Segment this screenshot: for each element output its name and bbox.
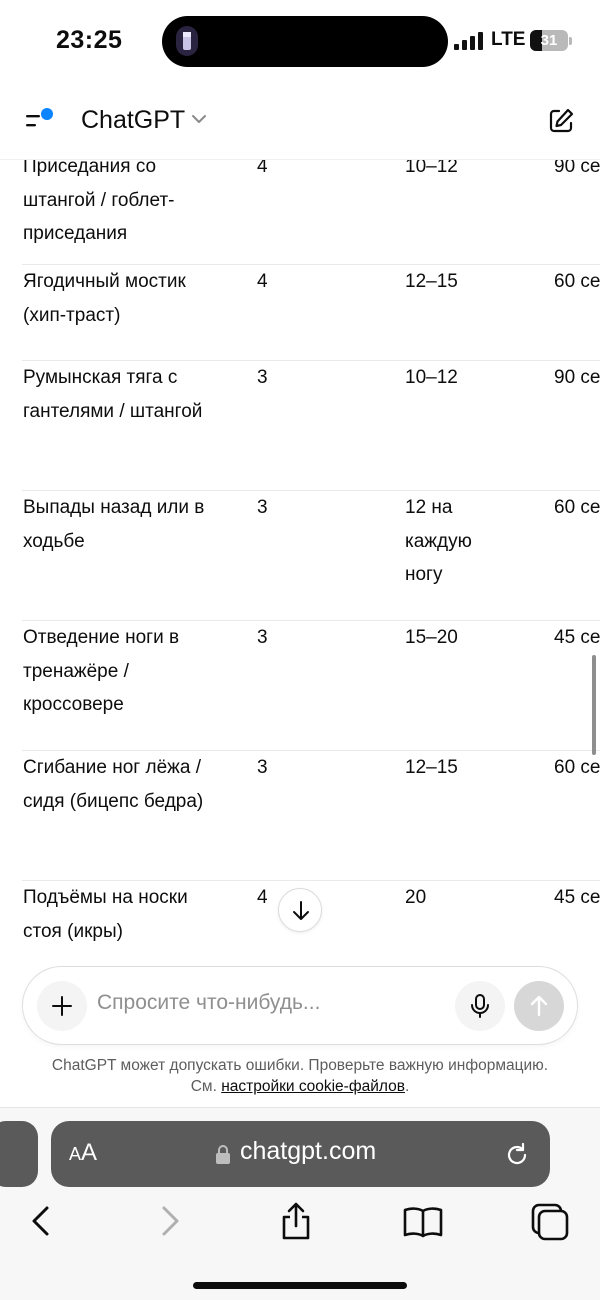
rest-value: 90 се bbox=[554, 367, 600, 388]
rest-value: 90 се bbox=[554, 160, 600, 177]
disclaimer-end: . bbox=[404, 1078, 410, 1095]
signal-icon bbox=[454, 32, 483, 50]
exercise-name: Румынская тяга с гантелями / штангой bbox=[23, 367, 203, 422]
sets-value: 3 bbox=[257, 367, 268, 388]
plus-icon bbox=[52, 996, 72, 1016]
menu-icon[interactable] bbox=[22, 106, 58, 136]
message-input[interactable] bbox=[97, 991, 447, 1015]
scroll-to-bottom-button[interactable] bbox=[278, 888, 322, 932]
model-selector-title[interactable]: ChatGPT bbox=[81, 106, 185, 135]
reps-value: 10–12 bbox=[405, 160, 458, 177]
add-attachment-button[interactable] bbox=[37, 981, 87, 1031]
exercise-name: Выпады назад или в ходьбе bbox=[23, 497, 205, 552]
text-size-large: A bbox=[81, 1139, 98, 1166]
network-label: LTE bbox=[491, 29, 526, 50]
dynamic-island bbox=[162, 16, 448, 67]
text-size-button[interactable]: AA bbox=[69, 1139, 97, 1167]
reps-value: 20 bbox=[405, 887, 427, 908]
reps-value: 10–12 bbox=[405, 367, 458, 388]
sets-value: 3 bbox=[257, 497, 268, 518]
disclaimer-see: См. bbox=[190, 1078, 217, 1095]
chevron-left-icon[interactable] bbox=[22, 1200, 66, 1244]
reps-value: 12–15 bbox=[405, 271, 458, 292]
sets-value: 4 bbox=[257, 271, 268, 292]
table-row: Приседания со штангой / гоблет-приседани… bbox=[22, 160, 600, 265]
table-row: Выпады назад или в ходьбе 3 12 на каждую… bbox=[22, 491, 600, 621]
exercise-name: Ягодичный мостик (хип-траст) bbox=[23, 271, 186, 326]
exercise-name: Подъёмы на носки стоя (икры) bbox=[23, 887, 188, 942]
notification-dot bbox=[41, 108, 53, 120]
new-chat-icon[interactable] bbox=[546, 106, 576, 136]
sets-value: 4 bbox=[257, 160, 268, 177]
send-button[interactable] bbox=[514, 981, 564, 1031]
previous-tab-preview[interactable] bbox=[0, 1121, 38, 1187]
reps-value: 15–20 bbox=[405, 627, 458, 648]
address-bar[interactable]: AA chatgpt.com bbox=[51, 1121, 550, 1187]
disclaimer: ChatGPT может допускать ошибки. Проверьт… bbox=[0, 1055, 600, 1097]
sets-value: 4 bbox=[257, 887, 268, 908]
voice-input-button[interactable] bbox=[455, 981, 505, 1031]
rest-value: 60 се bbox=[554, 497, 600, 518]
reload-icon[interactable] bbox=[503, 1141, 531, 1169]
tabs-icon[interactable] bbox=[527, 1200, 571, 1244]
exercise-name: Сгибание ног лёжа / сидя (бицепс бедра) bbox=[23, 757, 204, 812]
sets-value: 3 bbox=[257, 627, 268, 648]
lock-icon bbox=[216, 1145, 230, 1164]
browser-toolbar bbox=[0, 1200, 600, 1250]
table-row: Ягодичный мостик (хип-траст) 4 12–15 60 … bbox=[22, 265, 600, 361]
battery-icon: 31 bbox=[530, 30, 568, 51]
home-indicator bbox=[193, 1282, 407, 1289]
status-bar: 23:25 LTE 31 bbox=[0, 0, 600, 84]
battery-percent: 31 bbox=[540, 32, 558, 49]
mic-icon bbox=[471, 994, 489, 1018]
battery-cap bbox=[569, 37, 572, 45]
reps-value: 12–15 bbox=[405, 757, 458, 778]
exercise-name: Отведение ноги в тренажёре / кроссовере bbox=[23, 627, 180, 716]
sets-value: 3 bbox=[257, 757, 268, 778]
app-header: ChatGPT bbox=[0, 84, 600, 160]
book-icon[interactable] bbox=[401, 1200, 445, 1244]
rest-value: 45 се bbox=[554, 887, 600, 908]
reps-value: 12 на каждую ногу bbox=[405, 497, 472, 586]
status-time: 23:25 bbox=[56, 26, 123, 54]
table-row: Сгибание ног лёжа / сидя (бицепс бедра) … bbox=[22, 751, 600, 881]
flashlight-icon bbox=[176, 26, 198, 56]
share-icon[interactable] bbox=[274, 1200, 318, 1244]
composer bbox=[22, 966, 578, 1045]
address-text: chatgpt.com bbox=[240, 1137, 377, 1165]
chevron-right-icon[interactable] bbox=[150, 1200, 194, 1244]
disclaimer-text: ChatGPT может допускать ошибки. Проверьт… bbox=[51, 1057, 549, 1074]
disclaimer-cookie-line: См. настройки cookie-файлов. bbox=[0, 1076, 600, 1097]
chevron-down-icon[interactable] bbox=[190, 112, 208, 126]
rest-value: 45 се bbox=[554, 627, 600, 648]
workout-table: Приседания со штангой / гоблет-приседани… bbox=[0, 160, 600, 960]
table-row: Румынская тяга с гантелями / штангой 3 1… bbox=[22, 361, 600, 491]
text-size-small: A bbox=[69, 1144, 82, 1164]
cookie-settings-link[interactable]: настройки cookie-файлов bbox=[221, 1078, 405, 1095]
scrollbar[interactable] bbox=[592, 655, 596, 755]
arrow-up-icon bbox=[530, 995, 548, 1017]
arrow-down-icon bbox=[293, 901, 309, 920]
rest-value: 60 се bbox=[554, 271, 600, 292]
table-row: Отведение ноги в тренажёре / кроссовере … bbox=[22, 621, 600, 751]
browser-bar: AA chatgpt.com bbox=[0, 1107, 600, 1300]
exercise-name: Приседания со штангой / гоблет-приседани… bbox=[23, 160, 175, 245]
rest-value: 60 се bbox=[554, 757, 600, 778]
